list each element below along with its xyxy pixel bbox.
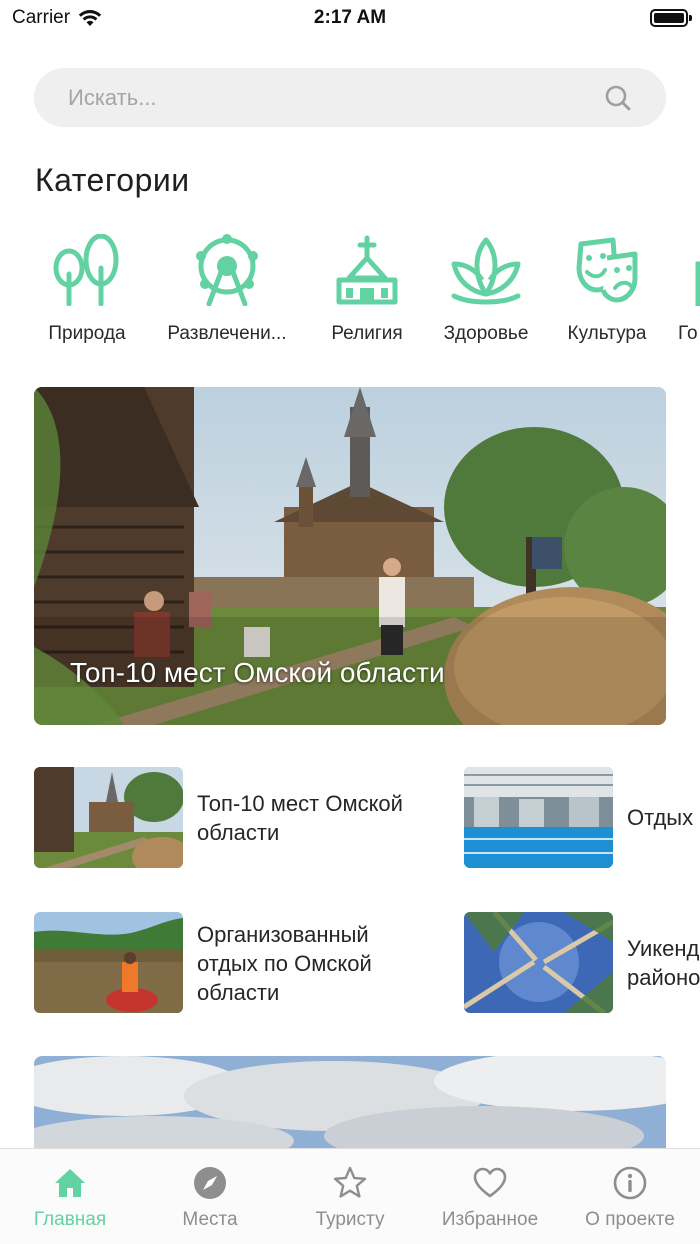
tab-label: Места: [182, 1209, 238, 1230]
compass-icon: [194, 1167, 226, 1199]
category-label: Культура: [567, 323, 647, 344]
category-culture[interactable]: Культура: [537, 228, 677, 353]
city-icon: [695, 261, 700, 306]
tab-places[interactable]: Места: [140, 1149, 280, 1244]
info-icon: [613, 1166, 647, 1200]
article-title: Уикенд районо: [627, 936, 700, 990]
article-card[interactable]: Организованный отдых по Омской области: [34, 912, 444, 1014]
article-banner-image: [34, 1056, 666, 1156]
search-input[interactable]: [34, 68, 666, 127]
search-bar[interactable]: [34, 68, 666, 127]
category-label: Здоровье: [443, 323, 529, 344]
tab-tourist[interactable]: Туристу: [280, 1149, 420, 1244]
article-thumbnail: [464, 767, 613, 868]
theater-masks-icon: [576, 237, 638, 303]
home-icon: [55, 1169, 85, 1197]
article-banner[interactable]: [34, 1056, 666, 1156]
tab-label: Туристу: [315, 1209, 385, 1230]
featured-article-card[interactable]: Топ-10 мест Омской области: [34, 387, 666, 725]
tab-about[interactable]: О проекте: [560, 1149, 700, 1244]
featured-article-title: Топ-10 мест Омской области: [70, 657, 445, 688]
article-card[interactable]: Уикенд районо: [464, 912, 700, 1014]
category-entertainment[interactable]: Развлечени...: [157, 228, 297, 353]
star-icon: [333, 1166, 367, 1198]
article-title: Отдых: [627, 805, 694, 830]
article-thumbnail: [34, 767, 183, 868]
article-card[interactable]: Топ-10 мест Омской области: [34, 767, 444, 869]
categories-list[interactable]: Природа Развлечени... Религия Здоровье К…: [0, 228, 700, 358]
battery-icon: [650, 9, 692, 27]
article-thumbnail: [34, 912, 183, 1013]
church-icon: [336, 235, 398, 305]
category-label: Го: [678, 323, 698, 344]
lotus-icon: [451, 237, 521, 305]
tab-favorites[interactable]: Избранное: [420, 1149, 560, 1244]
category-health[interactable]: Здоровье: [416, 228, 556, 353]
tab-home[interactable]: Главная: [0, 1149, 140, 1244]
heart-icon: [473, 1167, 507, 1198]
tab-bar: Главная Места Туристу Избранное О проект…: [0, 1148, 700, 1244]
article-title: Топ-10 мест Омской области: [197, 791, 403, 845]
search-icon[interactable]: [604, 84, 632, 112]
category-city[interactable]: Го: [660, 228, 700, 353]
category-nature[interactable]: Природа: [17, 228, 157, 353]
trees-icon: [53, 234, 119, 306]
tab-label: О проекте: [585, 1209, 675, 1230]
ferris-wheel-icon: [196, 234, 258, 306]
tab-label: Избранное: [441, 1209, 539, 1230]
status-bar: Carrier 2:17 AM: [0, 0, 700, 38]
article-thumbnail: [464, 912, 613, 1013]
tab-label: Главная: [33, 1209, 107, 1230]
status-time: 2:17 AM: [313, 7, 387, 28]
category-label: Природа: [48, 323, 126, 344]
article-title: Организованный отдых по Омской области: [197, 922, 372, 1005]
categories-title: Категории: [35, 162, 190, 198]
category-label: Развлечени...: [167, 323, 287, 344]
article-card[interactable]: Отдых: [464, 767, 700, 869]
